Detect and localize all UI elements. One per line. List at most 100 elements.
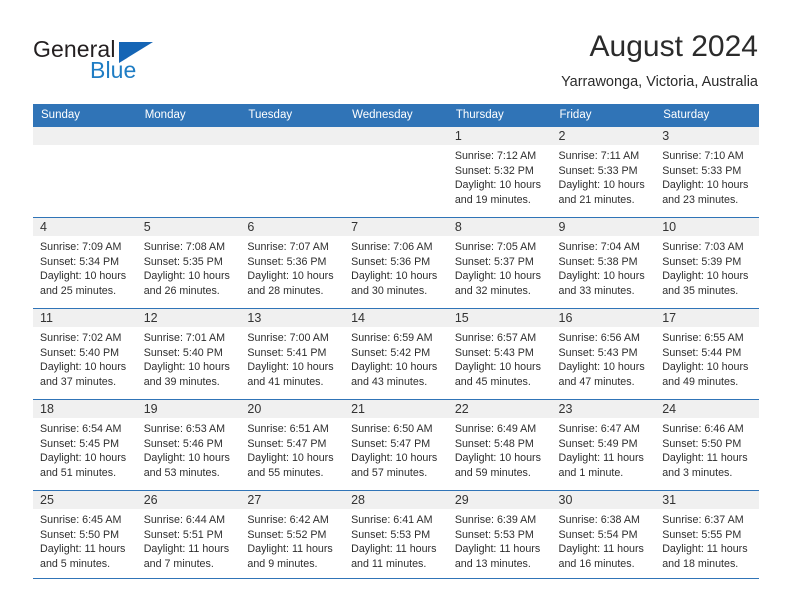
day-details: Sunrise: 6:46 AM Sunset: 5:50 PM Daylight:…: [655, 418, 759, 480]
page-subtitle: Yarrawonga, Victoria, Australia: [561, 74, 758, 90]
weekday-header-sunday: Sunday: [33, 104, 137, 127]
daylight-text: and 5 minutes.: [40, 557, 111, 570]
calendar-day-cell[interactable]: 10 Sunrise: 7:03 AM Sunset: 5:39 PM Dayligh…: [655, 217, 759, 309]
calendar-day-cell[interactable]: 4 Sunrise: 7:09 AM Sunset: 5:34 PM Daylight…: [33, 217, 137, 309]
day-details: Sunrise: 6:55 AM Sunset: 5:44 PM Daylight:…: [655, 327, 759, 389]
calendar-day-cell[interactable]: 9 Sunrise: 7:04 AM Sunset: 5:38 PM Daylight…: [551, 217, 656, 309]
calendar-day-cell[interactable]: 26 Sunrise: 6:44 AM Sunset: 5:51 PM Dayligh…: [136, 490, 241, 582]
calendar-day-cell[interactable]: 30 Sunrise: 6:38 AM Sunset: 5:54 PM Dayligh…: [551, 490, 656, 582]
daylight-text: and 7 minutes.: [143, 557, 214, 570]
daylight-text: Daylight: 10 hours: [454, 270, 541, 283]
sunset-text: Sunset: 5:33 PM: [558, 164, 638, 177]
calendar-day-cell[interactable]: 7 Sunrise: 7:06 AM Sunset: 5:36 PM Daylight…: [344, 217, 448, 309]
daylight-text: and 45 minutes.: [454, 375, 531, 388]
calendar-day-cell[interactable]: 21 Sunrise: 6:50 AM Sunset: 5:47 PM Dayligh…: [344, 399, 448, 491]
day-details: Sunrise: 7:07 AM Sunset: 5:36 PM Daylight:…: [240, 236, 344, 298]
day-details: Sunrise: 6:41 AM Sunset: 5:53 PM Daylight:…: [344, 509, 448, 571]
sunset-text: Sunset: 5:48 PM: [454, 437, 534, 450]
daylight-text: Daylight: 10 hours: [662, 361, 749, 374]
day-details: Sunrise: 6:49 AM Sunset: 5:48 PM Daylight:…: [448, 418, 552, 480]
day-number: 28: [344, 491, 448, 509]
sunrise-text: Sunrise: 7:03 AM: [662, 241, 744, 253]
day-number: 4: [33, 218, 137, 236]
sunset-text: Sunset: 5:39 PM: [662, 255, 742, 268]
calendar-week-row: 4 Sunrise: 7:09 AM Sunset: 5:34 PM Daylight…: [33, 217, 759, 309]
calendar-day-cell[interactable]: 12 Sunrise: 7:01 AM Sunset: 5:40 PM Dayligh…: [136, 308, 241, 400]
sunrise-text: Sunrise: 6:50 AM: [351, 423, 433, 435]
weekday-header-thursday: Thursday: [447, 104, 552, 127]
sunrise-text: Sunrise: 6:42 AM: [247, 514, 329, 526]
daylight-text: and 47 minutes.: [558, 375, 635, 388]
calendar-day-cell[interactable]: 29 Sunrise: 6:39 AM Sunset: 5:53 PM Dayligh…: [447, 490, 552, 582]
sunset-text: Sunset: 5:36 PM: [247, 255, 327, 268]
daylight-text: and 28 minutes.: [247, 284, 324, 297]
daylight-text: Daylight: 10 hours: [40, 452, 127, 465]
calendar-day-cell[interactable]: 5 Sunrise: 7:08 AM Sunset: 5:35 PM Daylight…: [136, 217, 241, 309]
daylight-text: Daylight: 10 hours: [143, 361, 230, 374]
sunset-text: Sunset: 5:32 PM: [454, 164, 534, 177]
calendar-day-cell[interactable]: 25 Sunrise: 6:45 AM Sunset: 5:50 PM Dayligh…: [33, 490, 137, 582]
daylight-text: Daylight: 10 hours: [247, 270, 334, 283]
day-details: Sunrise: 7:05 AM Sunset: 5:37 PM Daylight:…: [448, 236, 552, 298]
calendar-day-cell[interactable]: 19 Sunrise: 6:53 AM Sunset: 5:46 PM Dayligh…: [136, 399, 241, 491]
weekday-header-row: Sunday Monday Tuesday Wednesday Thursday Frid…: [33, 104, 759, 127]
sunrise-text: Sunrise: 6:47 AM: [558, 423, 640, 435]
calendar-day-cell[interactable]: 14 Sunrise: 6:59 AM Sunset: 5:42 PM Dayligh…: [344, 308, 448, 400]
daylight-text: Daylight: 11 hours: [247, 543, 333, 556]
calendar-header-row: Sunday Monday Tuesday Wednesday Thursday Frid…: [33, 104, 759, 127]
calendar-day-cell[interactable]: 6 Sunrise: 7:07 AM Sunset: 5:36 PM Daylight…: [240, 217, 345, 309]
calendar-day-cell[interactable]: 20 Sunrise: 6:51 AM Sunset: 5:47 PM Dayligh…: [240, 399, 345, 491]
day-details: Sunrise: 7:10 AM Sunset: 5:33 PM Daylight:…: [655, 145, 759, 207]
calendar-day-cell[interactable]: 1 Sunrise: 7:12 AM Sunset: 5:32 PM Daylight…: [447, 126, 552, 218]
day-details: Sunrise: 7:11 AM Sunset: 5:33 PM Daylight:…: [552, 145, 656, 207]
calendar-day-cell[interactable]: 8 Sunrise: 7:05 AM Sunset: 5:37 PM Daylight…: [447, 217, 552, 309]
day-details: Sunrise: 6:51 AM Sunset: 5:47 PM Daylight:…: [240, 418, 344, 480]
calendar-empty-cell: [344, 126, 448, 218]
daylight-text: Daylight: 10 hours: [40, 270, 127, 283]
calendar-day-cell[interactable]: 31 Sunrise: 6:37 AM Sunset: 5:55 PM Dayligh…: [655, 490, 759, 582]
sunset-text: Sunset: 5:53 PM: [351, 528, 431, 541]
calendar-day-cell[interactable]: 18 Sunrise: 6:54 AM Sunset: 5:45 PM Dayligh…: [33, 399, 137, 491]
brand-logo[interactable]: General Blue: [33, 36, 223, 84]
calendar-day-cell[interactable]: 16 Sunrise: 6:56 AM Sunset: 5:43 PM Dayligh…: [551, 308, 656, 400]
daylight-text: and 32 minutes.: [454, 284, 531, 297]
day-number: 31: [655, 491, 759, 509]
day-details: Sunrise: 6:39 AM Sunset: 5:53 PM Daylight:…: [448, 509, 552, 571]
calendar-day-cell[interactable]: 27 Sunrise: 6:42 AM Sunset: 5:52 PM Dayligh…: [240, 490, 345, 582]
day-number: 10: [655, 218, 759, 236]
daylight-text: Daylight: 11 hours: [143, 543, 230, 556]
calendar-day-cell[interactable]: 11 Sunrise: 7:02 AM Sunset: 5:40 PM Dayligh…: [33, 308, 137, 400]
day-number: 20: [240, 400, 345, 418]
sunrise-text: Sunrise: 7:10 AM: [662, 150, 744, 162]
sunrise-text: Sunrise: 6:57 AM: [454, 332, 537, 344]
daylight-text: and 3 minutes.: [662, 466, 733, 479]
calendar-day-cell[interactable]: 24 Sunrise: 6:46 AM Sunset: 5:50 PM Dayligh…: [655, 399, 759, 491]
calendar-day-cell[interactable]: 28 Sunrise: 6:41 AM Sunset: 5:53 PM Dayligh…: [344, 490, 448, 582]
daylight-text: and 1 minute.: [558, 466, 624, 479]
sunrise-text: Sunrise: 7:09 AM: [40, 241, 122, 253]
calendar-day-cell[interactable]: 15 Sunrise: 6:57 AM Sunset: 5:43 PM Dayligh…: [447, 308, 552, 400]
daylight-text: Daylight: 10 hours: [454, 452, 541, 465]
sunrise-text: Sunrise: 6:51 AM: [247, 423, 329, 435]
daylight-text: Daylight: 10 hours: [558, 179, 645, 192]
calendar-empty-cell: [33, 126, 137, 218]
calendar-day-cell[interactable]: 17 Sunrise: 6:55 AM Sunset: 5:44 PM Dayligh…: [655, 308, 759, 400]
day-number: 9: [551, 218, 656, 236]
sunset-text: Sunset: 5:36 PM: [351, 255, 431, 268]
calendar-day-cell[interactable]: 3 Sunrise: 7:10 AM Sunset: 5:33 PM Daylight…: [655, 126, 759, 218]
sunset-text: Sunset: 5:52 PM: [247, 528, 327, 541]
calendar-day-cell[interactable]: 23 Sunrise: 6:47 AM Sunset: 5:49 PM Dayligh…: [551, 399, 656, 491]
calendar-body: 1 Sunrise: 7:12 AM Sunset: 5:32 PM Daylight…: [33, 126, 759, 582]
day-details: Sunrise: 7:02 AM Sunset: 5:40 PM Daylight:…: [33, 327, 137, 389]
sunrise-text: Sunrise: 6:45 AM: [40, 514, 122, 526]
daylight-text: and 49 minutes.: [662, 375, 739, 388]
day-details: Sunrise: 6:38 AM Sunset: 5:54 PM Daylight:…: [552, 509, 656, 571]
sunrise-text: Sunrise: 6:49 AM: [454, 423, 537, 435]
day-details: Sunrise: 7:09 AM Sunset: 5:34 PM Daylight:…: [33, 236, 137, 298]
sunset-text: Sunset: 5:35 PM: [143, 255, 223, 268]
calendar-day-cell[interactable]: 2 Sunrise: 7:11 AM Sunset: 5:33 PM Daylight…: [551, 126, 656, 218]
calendar-day-cell[interactable]: 13 Sunrise: 7:00 AM Sunset: 5:41 PM Dayligh…: [240, 308, 345, 400]
day-details: [137, 145, 241, 149]
sunset-text: Sunset: 5:49 PM: [558, 437, 638, 450]
calendar-day-cell[interactable]: 22 Sunrise: 6:49 AM Sunset: 5:48 PM Dayligh…: [447, 399, 552, 491]
